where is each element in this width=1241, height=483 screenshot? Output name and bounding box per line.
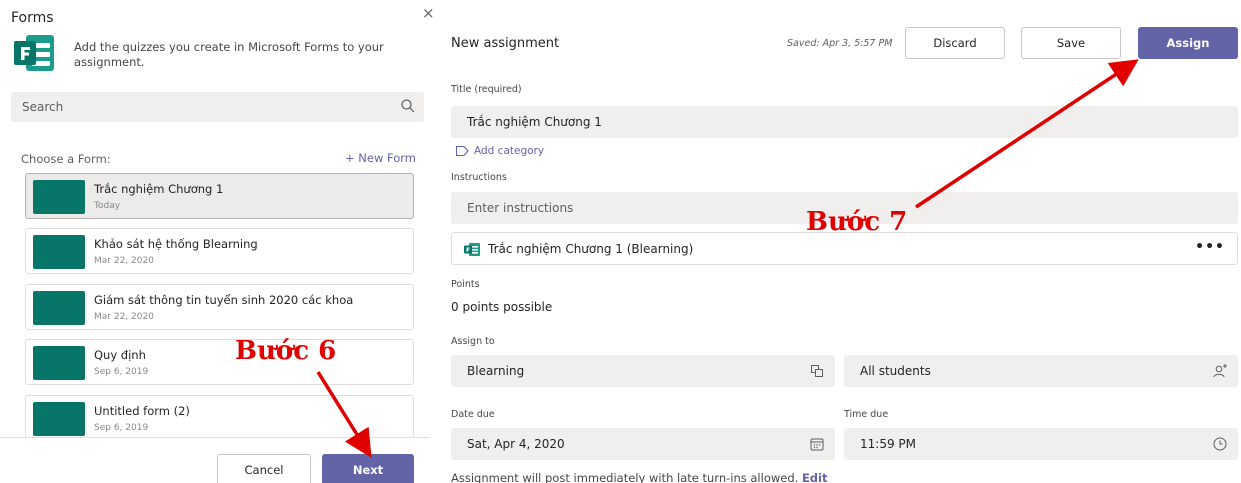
search-icon[interactable]	[400, 98, 416, 114]
forms-panel-title: Forms	[11, 10, 54, 26]
date-due-label: Date due	[451, 409, 495, 420]
time-due-input[interactable]: 11:59 PM	[844, 428, 1238, 460]
title-input[interactable]: Trắc nghiệm Chương 1	[451, 106, 1238, 138]
title-value: Trắc nghiệm Chương 1	[467, 115, 602, 129]
form-name: Khảo sát hệ thống Blearning	[94, 237, 258, 251]
forms-description: Add the quizzes you create in Microsoft …	[74, 40, 384, 69]
form-date: Today	[94, 201, 121, 211]
title-label: Title (required)	[451, 84, 522, 95]
form-list-item[interactable]: Quy định Sep 6, 2019	[25, 339, 414, 385]
form-thumbnail	[33, 235, 85, 269]
step7-label: Bước 7	[806, 207, 908, 237]
points-label: Points	[451, 279, 480, 290]
choose-form-label: Choose a Form:	[21, 152, 111, 166]
form-date: Mar 22, 2020	[94, 256, 154, 266]
saved-status: Saved: Apr 3, 5:57 PM	[787, 38, 893, 49]
form-name: Untitled form (2)	[94, 404, 190, 418]
assign-to-label: Assign to	[451, 336, 495, 347]
class-picker-icon	[811, 365, 823, 377]
post-settings-text: Assignment will post immediately with la…	[451, 471, 799, 483]
time-due-label: Time due	[844, 409, 889, 420]
form-name: Quy định	[94, 348, 146, 362]
calendar-icon[interactable]	[809, 436, 825, 452]
new-form-link[interactable]: + New Form	[345, 151, 416, 165]
page-title: New assignment	[451, 36, 560, 51]
points-value[interactable]: 0 points possible	[451, 300, 552, 314]
form-thumbnail	[33, 346, 85, 380]
add-category-button[interactable]: Add category	[455, 145, 544, 157]
form-name: Giám sát thông tin tuyển sinh 2020 các k…	[94, 293, 354, 307]
form-list-item[interactable]: Untitled form (2) Sep 6, 2019	[25, 395, 414, 437]
form-list-item[interactable]: Khảo sát hệ thống Blearning Mar 22, 2020	[25, 228, 414, 274]
post-settings-note: Assignment will post immediately with la…	[451, 471, 827, 483]
form-thumbnail	[33, 402, 85, 436]
form-name: Trắc nghiệm Chương 1	[94, 182, 224, 196]
close-icon[interactable]: ×	[422, 4, 435, 22]
tag-icon	[455, 145, 469, 157]
add-category-label: Add category	[474, 145, 545, 157]
attachment-name: Trắc nghiệm Chương 1 (Blearning)	[488, 242, 694, 256]
instructions-placeholder: Enter instructions	[467, 201, 574, 215]
class-value: Blearning	[467, 364, 525, 378]
form-date: Sep 6, 2019	[94, 423, 149, 433]
assign-button[interactable]: Assign	[1138, 27, 1238, 59]
discard-button[interactable]: Discard	[905, 27, 1005, 59]
next-button[interactable]: Next	[322, 454, 414, 483]
form-date: Mar 22, 2020	[94, 312, 154, 322]
assignment-panel: New assignment Saved: Apr 3, 5:57 PM Dis…	[435, 0, 1241, 483]
forms-panel: Forms × Add the quizzes you create in Mi…	[0, 0, 435, 483]
form-list-item[interactable]: Giám sát thông tin tuyển sinh 2020 các k…	[25, 284, 414, 330]
date-due-value: Sat, Apr 4, 2020	[467, 437, 565, 451]
step6-label: Bước 6	[235, 336, 337, 366]
cancel-button[interactable]: Cancel	[217, 454, 311, 483]
instructions-label: Instructions	[451, 172, 507, 183]
search-placeholder: Search	[22, 100, 64, 114]
form-thumbnail	[33, 291, 85, 325]
students-selector[interactable]: All students	[844, 355, 1238, 387]
form-list-item[interactable]: Trắc nghiệm Chương 1 Today	[25, 173, 414, 219]
more-options-icon[interactable]: •••	[1195, 239, 1225, 255]
forms-panel-footer: Cancel Next	[0, 437, 430, 483]
form-thumbnail	[33, 180, 85, 214]
add-person-icon	[1213, 364, 1227, 378]
form-date: Sep 6, 2019	[94, 367, 149, 377]
microsoft-forms-icon	[464, 243, 480, 256]
save-button[interactable]: Save	[1021, 27, 1121, 59]
search-input[interactable]: Search	[11, 92, 424, 122]
class-selector[interactable]: Blearning	[451, 355, 835, 387]
time-due-value: 11:59 PM	[860, 437, 916, 451]
edit-link[interactable]: Edit	[802, 471, 828, 483]
students-value: All students	[860, 364, 931, 378]
date-due-input[interactable]: Sat, Apr 4, 2020	[451, 428, 835, 460]
microsoft-forms-icon	[14, 35, 54, 71]
clock-icon[interactable]	[1212, 436, 1228, 452]
